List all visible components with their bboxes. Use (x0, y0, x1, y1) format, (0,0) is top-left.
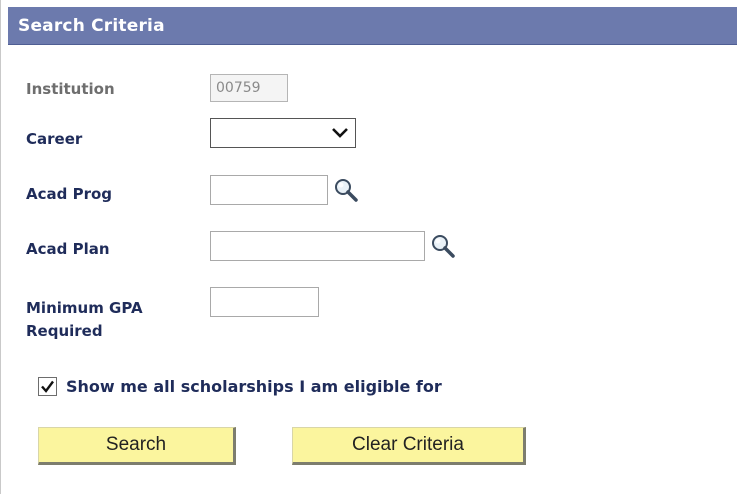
career-label: Career (26, 130, 83, 148)
chevron-down-icon (332, 128, 348, 138)
acad-prog-input[interactable] (210, 175, 328, 205)
acad-plan-label: Acad Plan (26, 240, 110, 258)
checkmark-icon (41, 380, 54, 393)
left-border (0, 0, 1, 494)
search-button[interactable]: Search (38, 427, 236, 465)
eligibility-label: Show me all scholarships I am eligible f… (66, 377, 442, 396)
min-gpa-label: Minimum GPA Required (26, 299, 143, 340)
acad-prog-label: Acad Prog (26, 185, 113, 203)
acad-plan-lookup-icon[interactable] (430, 233, 456, 259)
institution-field (210, 74, 288, 102)
min-gpa-input[interactable] (210, 287, 319, 317)
eligibility-checkbox[interactable] (38, 377, 57, 396)
acad-plan-input[interactable] (210, 231, 425, 261)
acad-prog-lookup-icon[interactable] (333, 177, 359, 203)
panel-title: Search Criteria (18, 16, 165, 36)
career-select[interactable] (210, 118, 356, 148)
panel-header: Search Criteria (8, 7, 737, 45)
clear-criteria-button[interactable]: Clear Criteria (292, 427, 526, 465)
institution-label: Institution (26, 80, 115, 98)
